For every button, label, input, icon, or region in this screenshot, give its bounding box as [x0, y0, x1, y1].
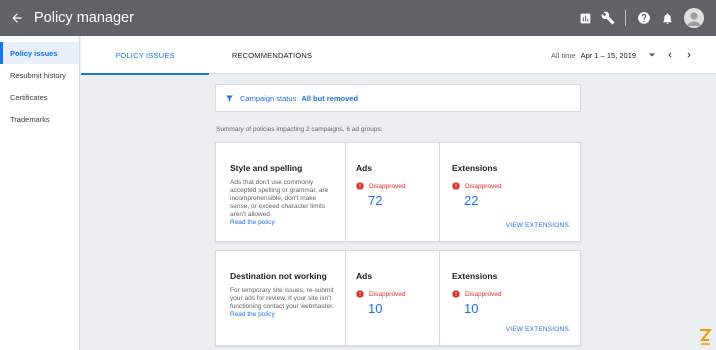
chevron-right-icon[interactable]: [684, 50, 694, 60]
chart-icon[interactable]: [578, 11, 592, 25]
extensions-column: Extensions Disapproved 10 VIEW EXTENSION…: [440, 251, 580, 345]
extensions-header: Extensions: [452, 163, 498, 173]
policy-title: Destination not working: [230, 271, 327, 281]
status-badge: Disapproved: [356, 182, 439, 190]
policy-card: Destination not working For temporary si…: [215, 250, 581, 346]
read-policy-link[interactable]: Read the policy: [230, 311, 275, 318]
policy-card: Style and spelling Ads that don't use co…: [215, 142, 581, 242]
campaign-status-filter[interactable]: Campaign status: All but removed: [215, 84, 581, 112]
policy-info: Destination not working For temporary si…: [216, 251, 346, 345]
back-arrow-icon[interactable]: [10, 11, 24, 25]
app-header: Policy manager: [0, 0, 716, 36]
summary-text: Summary of policies impacting 2 campaign…: [216, 126, 383, 133]
status-badge: Disapproved: [452, 182, 580, 190]
bell-icon[interactable]: [660, 11, 674, 25]
status-text: Disapproved: [369, 290, 406, 298]
tab-recommendations[interactable]: RECOMMENDATIONS: [211, 36, 333, 74]
policy-title: Style and spelling: [230, 163, 303, 173]
brand-logo-icon: [699, 329, 712, 345]
date-range-picker: All time Apr 1 – 15, 2019: [551, 36, 694, 74]
ads-column: Ads Disapproved 10: [346, 251, 440, 345]
sidebar-item-trademarks[interactable]: Trademarks: [0, 108, 79, 130]
tabs-bar: POLICY ISSUES RECOMMENDATIONS All time A…: [81, 36, 716, 75]
extensions-count[interactable]: 10: [464, 301, 580, 316]
policy-description: For temporary site issues, re-submit you…: [230, 287, 334, 319]
status-badge: Disapproved: [452, 290, 580, 298]
dropdown-arrow-icon[interactable]: [648, 51, 656, 59]
sidebar: Policy issues Resubmit history Certifica…: [0, 36, 80, 350]
filter-value: All but removed: [301, 93, 359, 103]
error-icon: [356, 182, 364, 190]
status-text: Disapproved: [369, 182, 406, 190]
ads-header: Ads: [356, 163, 373, 173]
error-icon: [452, 290, 460, 298]
filter-icon: [226, 95, 233, 101]
tab-policy-issues[interactable]: POLICY ISSUES: [81, 36, 209, 75]
status-text: Disapproved: [465, 182, 502, 190]
view-extensions-button[interactable]: VIEW EXTENSIONS: [506, 326, 569, 333]
policy-description: Ads that don't use commonly accepted spe…: [230, 179, 334, 227]
sidebar-item-policy-issues[interactable]: Policy issues: [0, 42, 79, 64]
sidebar-item-resubmit-history[interactable]: Resubmit history: [0, 64, 79, 86]
header-divider: [625, 10, 626, 26]
sidebar-item-certificates[interactable]: Certificates: [0, 86, 79, 108]
wrench-icon[interactable]: [601, 11, 615, 25]
ads-header: Ads: [356, 271, 373, 281]
filter-label: Campaign status:: [240, 93, 299, 103]
view-extensions-button[interactable]: VIEW EXTENSIONS: [506, 222, 569, 229]
date-range-label: All time: [551, 50, 576, 60]
date-range-value[interactable]: Apr 1 – 15, 2019: [581, 51, 636, 60]
read-policy-link[interactable]: Read the policy: [230, 219, 275, 226]
chevron-left-icon[interactable]: [665, 50, 675, 60]
ads-count[interactable]: 10: [368, 301, 439, 316]
avatar[interactable]: [684, 8, 704, 28]
extensions-column: Extensions Disapproved 22 VIEW EXTENSION…: [440, 143, 580, 241]
policy-description-text: For temporary site issues, re-submit you…: [230, 287, 334, 310]
error-icon: [452, 182, 460, 190]
status-text: Disapproved: [465, 290, 502, 298]
extensions-header: Extensions: [452, 271, 498, 281]
ads-count[interactable]: 72: [368, 193, 439, 208]
header-actions: [569, 0, 704, 36]
app-title: Policy manager: [34, 10, 134, 26]
policy-description-text: Ads that don't use commonly accepted spe…: [230, 179, 329, 218]
status-badge: Disapproved: [356, 290, 439, 298]
error-icon: [356, 290, 364, 298]
ads-column: Ads Disapproved 72: [346, 143, 440, 241]
help-icon[interactable]: [637, 11, 651, 25]
extensions-count[interactable]: 22: [464, 193, 580, 208]
policy-info: Style and spelling Ads that don't use co…: [216, 143, 346, 241]
